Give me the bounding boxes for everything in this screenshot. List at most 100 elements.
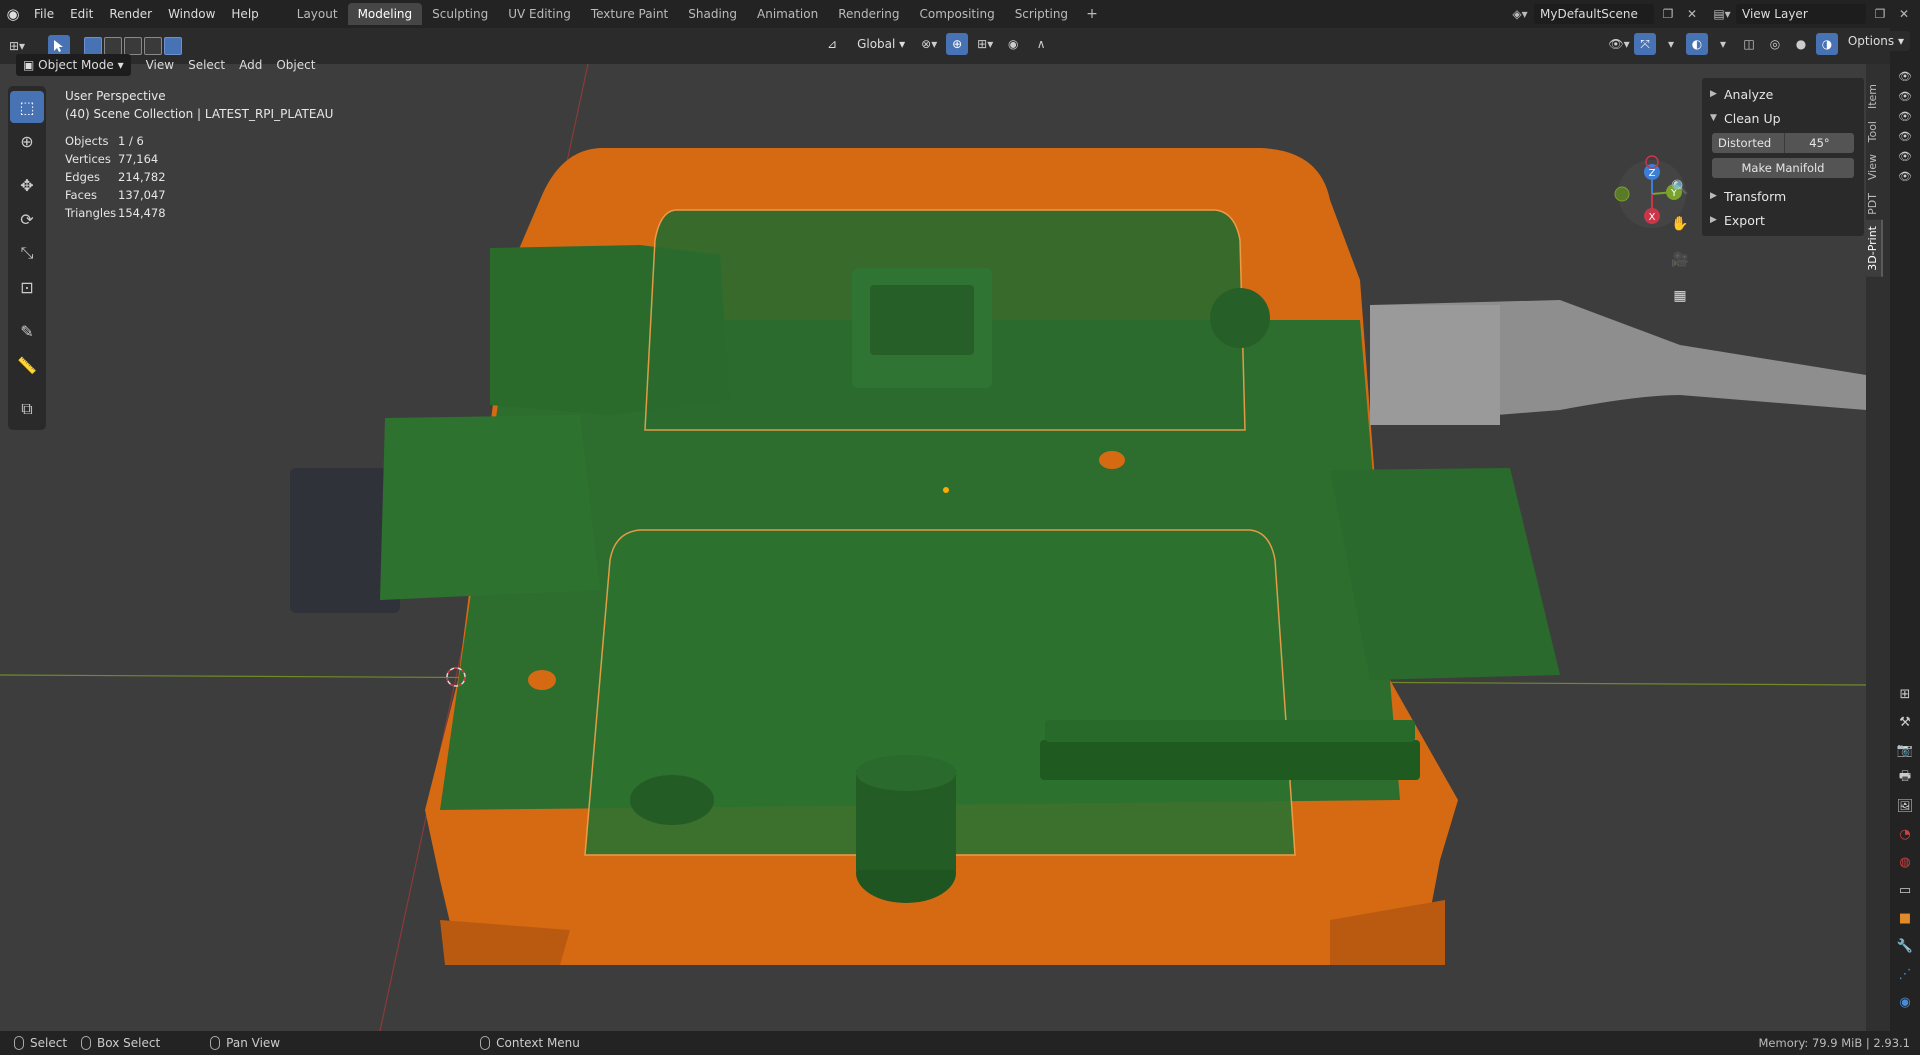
scene-props-icon[interactable]: ◔: [1890, 820, 1920, 848]
orientation-label: Global: [857, 37, 896, 51]
menu-render[interactable]: Render: [101, 0, 160, 28]
select-subtract-icon[interactable]: [124, 37, 142, 55]
transform-tool-icon[interactable]: ⊡: [10, 271, 44, 303]
tab-uv-editing[interactable]: UV Editing: [498, 3, 581, 25]
svg-text:X: X: [1649, 212, 1656, 223]
visibility-icon[interactable]: 👁▾: [1608, 33, 1630, 55]
visibility-eye-icon[interactable]: 👁: [1890, 106, 1920, 126]
tab-shading[interactable]: Shading: [678, 3, 747, 25]
select-menu[interactable]: Select: [181, 54, 232, 76]
snap-toggle-icon[interactable]: ⊕: [946, 33, 969, 55]
top-bar: ◉ File Edit Render Window Help Layout Mo…: [0, 0, 1920, 28]
wireframe-shading-icon[interactable]: ◎: [1764, 33, 1786, 55]
visibility-eye-icon[interactable]: 👁: [1890, 66, 1920, 86]
tab-sculpting[interactable]: Sculpting: [422, 3, 498, 25]
tab-texture-paint[interactable]: Texture Paint: [581, 3, 678, 25]
section-export[interactable]: ▶ Export: [1702, 208, 1864, 232]
view-menu[interactable]: View: [139, 54, 181, 76]
xray-icon[interactable]: ◫: [1738, 33, 1760, 55]
annotate-tool-icon[interactable]: ✎: [10, 315, 44, 347]
scale-tool-icon[interactable]: ⤡: [10, 237, 44, 269]
delete-scene-icon[interactable]: ✕: [1682, 4, 1702, 24]
object-menu[interactable]: Object: [269, 54, 322, 76]
distorted-value[interactable]: 45°: [1784, 133, 1854, 153]
material-shading-icon[interactable]: ◑: [1816, 33, 1838, 55]
tab-view[interactable]: View: [1864, 148, 1881, 186]
solid-shading-icon[interactable]: ●: [1790, 33, 1812, 55]
gizmo-toggle-icon[interactable]: ⤧: [1634, 33, 1656, 55]
section-cleanup[interactable]: ▼ Clean Up: [1702, 106, 1864, 130]
world-props-icon[interactable]: ◍: [1890, 848, 1920, 876]
mode-dropdown[interactable]: ▣ Object Mode ▾: [16, 54, 131, 76]
visibility-eye-icon[interactable]: 👁: [1890, 166, 1920, 186]
particles-props-icon[interactable]: ⋰: [1890, 960, 1920, 988]
tab-animation[interactable]: Animation: [747, 3, 828, 25]
menu-file[interactable]: File: [26, 0, 62, 28]
tab-scripting[interactable]: Scripting: [1005, 3, 1078, 25]
tab-rendering[interactable]: Rendering: [828, 3, 909, 25]
zoom-icon[interactable]: 🔍: [1666, 174, 1694, 202]
visibility-eye-icon[interactable]: 👁: [1890, 146, 1920, 166]
rotate-tool-icon[interactable]: ⟳: [10, 203, 44, 235]
menu-help[interactable]: Help: [223, 0, 266, 28]
delete-view-layer-icon[interactable]: ✕: [1894, 4, 1914, 24]
tab-pdt[interactable]: PDT: [1864, 187, 1881, 221]
view-layer-props-icon[interactable]: 🖼: [1890, 792, 1920, 820]
visibility-eye-icon[interactable]: 👁: [1890, 126, 1920, 146]
cursor-tool-icon[interactable]: ⊕: [10, 125, 44, 157]
visibility-eye-icon[interactable]: 👁: [1890, 86, 1920, 106]
render-props-icon[interactable]: 📷: [1890, 736, 1920, 764]
tab-compositing[interactable]: Compositing: [909, 3, 1004, 25]
modifier-props-icon[interactable]: 🔧: [1890, 932, 1920, 960]
menu-window[interactable]: Window: [160, 0, 223, 28]
falloff-icon[interactable]: ∧: [1030, 33, 1052, 55]
gizmo-dropdown-icon[interactable]: ▾: [1660, 33, 1682, 55]
orientation-icon[interactable]: ⊿: [820, 33, 844, 55]
output-props-icon[interactable]: 🖶: [1890, 764, 1920, 792]
view-layer-browse-icon[interactable]: ▤▾: [1712, 4, 1732, 24]
snap-target-icon[interactable]: ⊞▾: [974, 33, 996, 55]
tab-3d-print[interactable]: 3D-Print: [1864, 220, 1883, 278]
blender-logo-icon[interactable]: ◉: [0, 0, 26, 28]
perspective-grid-icon[interactable]: ▦: [1666, 282, 1694, 310]
select-new-icon[interactable]: [84, 37, 102, 55]
select-box-tool-icon[interactable]: ⬚: [10, 91, 44, 123]
physics-props-icon[interactable]: ◉: [1890, 988, 1920, 1016]
select-extend-icon[interactable]: [104, 37, 122, 55]
section-analyze[interactable]: ▶ Analyze: [1702, 82, 1864, 106]
orientation-dropdown[interactable]: Global ▾: [850, 33, 912, 55]
add-workspace-button[interactable]: +: [1078, 6, 1106, 22]
pan-hand-icon[interactable]: ✋: [1666, 210, 1694, 238]
tool-props-icon[interactable]: ⚒: [1890, 708, 1920, 736]
select-intersect-icon[interactable]: [164, 37, 182, 55]
3d-viewport[interactable]: Z Y X 🔍 ✋ 🎥 ▦: [0, 64, 1866, 1031]
overlay-dropdown-icon[interactable]: ▾: [1712, 33, 1734, 55]
tab-modeling[interactable]: Modeling: [347, 3, 423, 25]
make-manifold-button[interactable]: Make Manifold: [1712, 158, 1854, 178]
pivot-icon[interactable]: ⊗▾: [918, 33, 940, 55]
tab-tool[interactable]: Tool: [1864, 115, 1881, 148]
add-menu[interactable]: Add: [232, 54, 269, 76]
tab-item[interactable]: Item: [1864, 78, 1881, 115]
move-tool-icon[interactable]: ✥: [10, 169, 44, 201]
options-dropdown[interactable]: Options ▾: [1841, 31, 1910, 51]
new-scene-icon[interactable]: ❐: [1658, 4, 1678, 24]
menu-edit[interactable]: Edit: [62, 0, 101, 28]
object-props-icon[interactable]: ■: [1890, 904, 1920, 932]
tab-layout[interactable]: Layout: [287, 3, 348, 25]
proportional-edit-icon[interactable]: ◉: [1002, 33, 1024, 55]
view-layer-field[interactable]: View Layer: [1736, 4, 1866, 24]
new-view-layer-icon[interactable]: ❐: [1870, 4, 1890, 24]
gpio-pins: [1040, 720, 1420, 780]
distorted-field[interactable]: Distorted 45°: [1712, 133, 1854, 153]
collection-props-icon[interactable]: ▭: [1890, 876, 1920, 904]
properties-editor-icon[interactable]: ⊞: [1890, 680, 1920, 708]
scene-name-field[interactable]: MyDefaultScene: [1534, 4, 1654, 24]
select-invert-icon[interactable]: [144, 37, 162, 55]
camera-view-icon[interactable]: 🎥: [1666, 246, 1694, 274]
section-transform[interactable]: ▶ Transform: [1702, 184, 1864, 208]
scene-browse-icon[interactable]: ◈▾: [1510, 4, 1530, 24]
overlay-toggle-icon[interactable]: ◐: [1686, 33, 1708, 55]
measure-tool-icon[interactable]: 📏: [10, 349, 44, 381]
add-cube-tool-icon[interactable]: ⧉: [10, 393, 44, 425]
